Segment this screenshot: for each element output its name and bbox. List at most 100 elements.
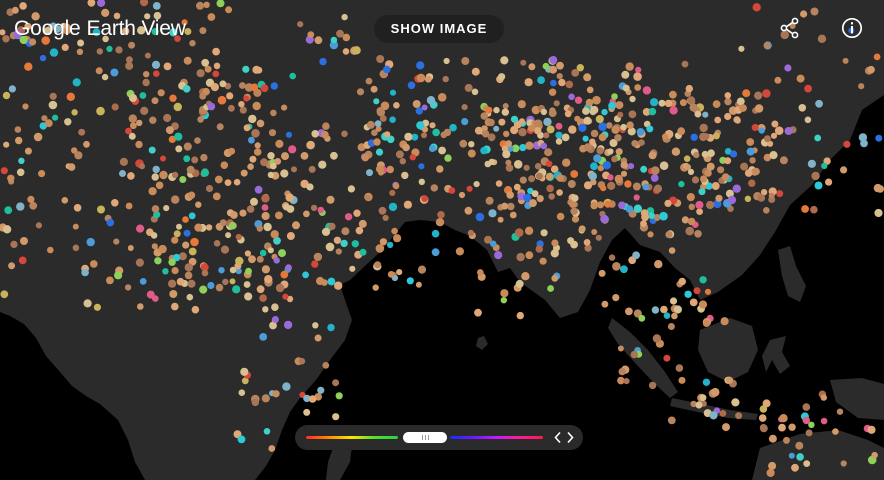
imagery-marker[interactable] xyxy=(207,281,215,290)
imagery-marker[interactable] xyxy=(328,222,336,230)
imagery-marker[interactable] xyxy=(151,60,161,69)
show-image-button[interactable]: SHOW IMAGE xyxy=(374,15,504,43)
imagery-marker[interactable] xyxy=(873,53,881,61)
imagery-marker[interactable] xyxy=(330,36,338,44)
imagery-marker[interactable] xyxy=(128,132,136,140)
imagery-marker[interactable] xyxy=(10,240,18,248)
imagery-marker[interactable] xyxy=(600,185,607,192)
imagery-marker[interactable] xyxy=(230,211,238,219)
imagery-marker[interactable] xyxy=(556,174,564,182)
imagery-marker[interactable] xyxy=(428,145,436,152)
imagery-marker[interactable] xyxy=(162,268,169,275)
imagery-marker[interactable] xyxy=(578,123,587,132)
imagery-marker[interactable] xyxy=(292,221,300,230)
imagery-marker[interactable] xyxy=(540,108,548,116)
imagery-marker[interactable] xyxy=(653,184,663,193)
imagery-marker[interactable] xyxy=(731,398,740,407)
imagery-marker[interactable] xyxy=(11,6,19,14)
imagery-marker[interactable] xyxy=(35,222,43,229)
imagery-marker[interactable] xyxy=(814,181,823,190)
imagery-marker[interactable] xyxy=(749,157,756,164)
imagery-marker[interactable] xyxy=(488,209,497,218)
imagery-marker[interactable] xyxy=(601,108,608,116)
imagery-marker[interactable] xyxy=(160,155,166,162)
imagery-marker[interactable] xyxy=(298,357,306,365)
imagery-marker[interactable] xyxy=(561,133,570,142)
imagery-marker[interactable] xyxy=(217,95,227,105)
imagery-marker[interactable] xyxy=(548,88,557,96)
imagery-marker[interactable] xyxy=(523,164,530,171)
imagery-marker[interactable] xyxy=(695,200,704,210)
imagery-marker[interactable] xyxy=(642,183,650,191)
imagery-marker[interactable] xyxy=(783,436,790,444)
imagery-marker[interactable] xyxy=(139,278,147,285)
imagery-marker[interactable] xyxy=(52,114,59,121)
imagery-marker[interactable] xyxy=(658,99,666,107)
imagery-marker[interactable] xyxy=(189,40,196,47)
imagery-marker[interactable] xyxy=(673,305,683,314)
imagery-marker[interactable] xyxy=(612,294,620,302)
imagery-marker[interactable] xyxy=(225,232,232,239)
imagery-marker[interactable] xyxy=(267,171,275,179)
imagery-marker[interactable] xyxy=(693,287,701,295)
imagery-marker[interactable] xyxy=(693,152,700,159)
imagery-marker[interactable] xyxy=(598,122,607,131)
imagery-marker[interactable] xyxy=(356,88,365,96)
imagery-marker[interactable] xyxy=(225,6,233,14)
imagery-marker[interactable] xyxy=(795,441,804,450)
imagery-marker[interactable] xyxy=(171,236,179,244)
imagery-marker[interactable] xyxy=(101,73,109,81)
imagery-marker[interactable] xyxy=(590,162,598,171)
imagery-marker[interactable] xyxy=(18,256,27,265)
imagery-marker[interactable] xyxy=(707,149,715,157)
imagery-marker[interactable] xyxy=(614,174,623,184)
imagery-marker[interactable] xyxy=(494,251,503,260)
imagery-marker[interactable] xyxy=(222,278,229,286)
imagery-marker[interactable] xyxy=(239,82,246,89)
imagery-marker[interactable] xyxy=(334,281,343,290)
imagery-marker[interactable] xyxy=(596,147,604,155)
imagery-marker[interactable] xyxy=(430,184,438,192)
imagery-marker[interactable] xyxy=(366,120,375,129)
imagery-marker[interactable] xyxy=(820,417,828,425)
imagery-marker[interactable] xyxy=(216,123,224,131)
imagery-marker[interactable] xyxy=(136,119,143,127)
imagery-marker[interactable] xyxy=(205,224,213,231)
imagery-marker[interactable] xyxy=(867,425,876,434)
imagery-marker[interactable] xyxy=(651,306,660,314)
imagery-marker[interactable] xyxy=(157,89,165,97)
imagery-marker[interactable] xyxy=(694,230,702,238)
imagery-marker[interactable] xyxy=(163,62,172,71)
earth-view-logo[interactable]: Google Earth View xyxy=(14,17,186,41)
imagery-marker[interactable] xyxy=(183,142,192,151)
imagery-marker[interactable] xyxy=(665,231,673,239)
imagery-marker[interactable] xyxy=(502,150,511,159)
imagery-marker[interactable] xyxy=(611,125,620,134)
imagery-marker[interactable] xyxy=(820,394,827,401)
imagery-marker[interactable] xyxy=(307,31,315,38)
imagery-marker[interactable] xyxy=(551,239,559,247)
imagery-marker[interactable] xyxy=(383,65,391,74)
imagery-marker[interactable] xyxy=(654,260,663,269)
imagery-marker[interactable] xyxy=(461,57,470,65)
imagery-marker[interactable] xyxy=(281,152,289,161)
imagery-marker[interactable] xyxy=(569,201,576,208)
imagery-marker[interactable] xyxy=(250,197,258,206)
imagery-marker[interactable] xyxy=(698,188,706,196)
imagery-marker[interactable] xyxy=(551,274,559,282)
imagery-marker[interactable] xyxy=(361,153,370,162)
imagery-marker[interactable] xyxy=(840,460,847,467)
imagery-marker[interactable] xyxy=(614,134,622,142)
imagery-marker[interactable] xyxy=(687,96,696,105)
imagery-marker[interactable] xyxy=(24,62,33,71)
imagery-marker[interactable] xyxy=(418,178,425,185)
imagery-marker[interactable] xyxy=(574,96,583,104)
imagery-marker[interactable] xyxy=(135,140,143,149)
imagery-marker[interactable] xyxy=(137,303,144,310)
imagery-marker[interactable] xyxy=(182,216,189,223)
imagery-marker[interactable] xyxy=(110,68,119,77)
imagery-marker[interactable] xyxy=(142,78,150,87)
imagery-marker[interactable] xyxy=(44,119,53,128)
imagery-marker[interactable] xyxy=(421,195,429,203)
imagery-marker[interactable] xyxy=(484,160,492,168)
